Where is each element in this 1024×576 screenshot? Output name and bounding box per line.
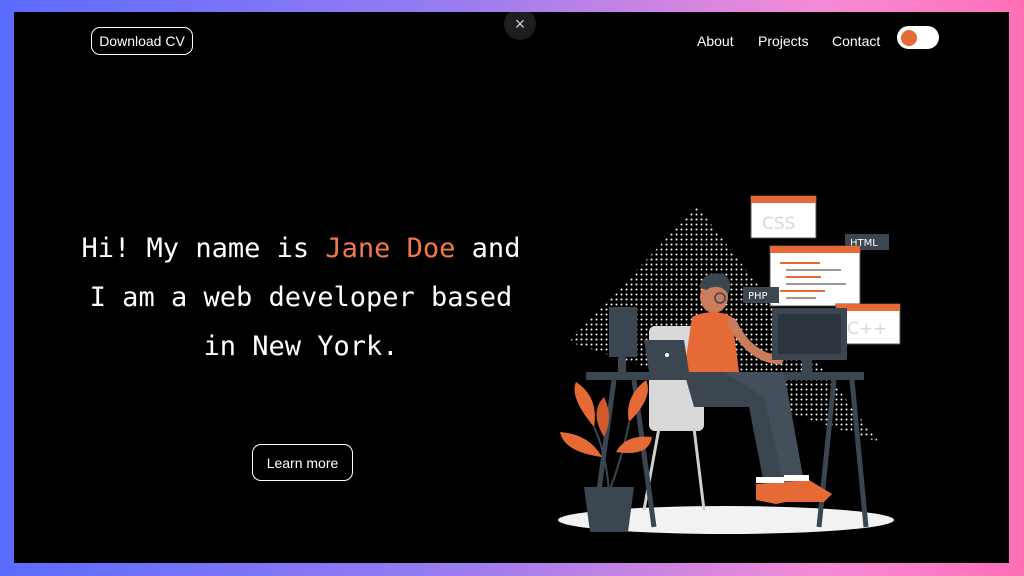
- theme-toggle[interactable]: [897, 26, 939, 49]
- download-cv-button[interactable]: Download CV: [91, 27, 193, 55]
- toggle-knob: [901, 30, 917, 46]
- php-card: PHP: [743, 287, 779, 303]
- learn-more-button[interactable]: Learn more: [252, 444, 353, 481]
- css-card: CSS: [750, 195, 817, 239]
- svg-text:CSS: CSS: [762, 214, 795, 234]
- close-icon: ×: [514, 13, 526, 34]
- page-frame: Download CV × About Projects Contact Hi!…: [14, 12, 1009, 563]
- developer-illustration: CSS HTML PHP C++: [558, 195, 901, 534]
- code-card: [769, 245, 861, 307]
- headline-intro: Hi! My name is: [81, 233, 326, 264]
- left-monitor: [609, 307, 637, 357]
- close-button[interactable]: ×: [504, 12, 536, 40]
- svg-text:PHP: PHP: [748, 291, 768, 302]
- hero-headline: Hi! My name is Jane Doe and I am a web d…: [76, 224, 526, 371]
- headline-name: Jane Doe: [325, 233, 456, 264]
- nav-link-contact[interactable]: Contact: [832, 33, 880, 49]
- nav-link-about[interactable]: About: [697, 33, 734, 49]
- nav-link-projects[interactable]: Projects: [758, 33, 809, 49]
- svg-text:C++: C++: [847, 319, 887, 339]
